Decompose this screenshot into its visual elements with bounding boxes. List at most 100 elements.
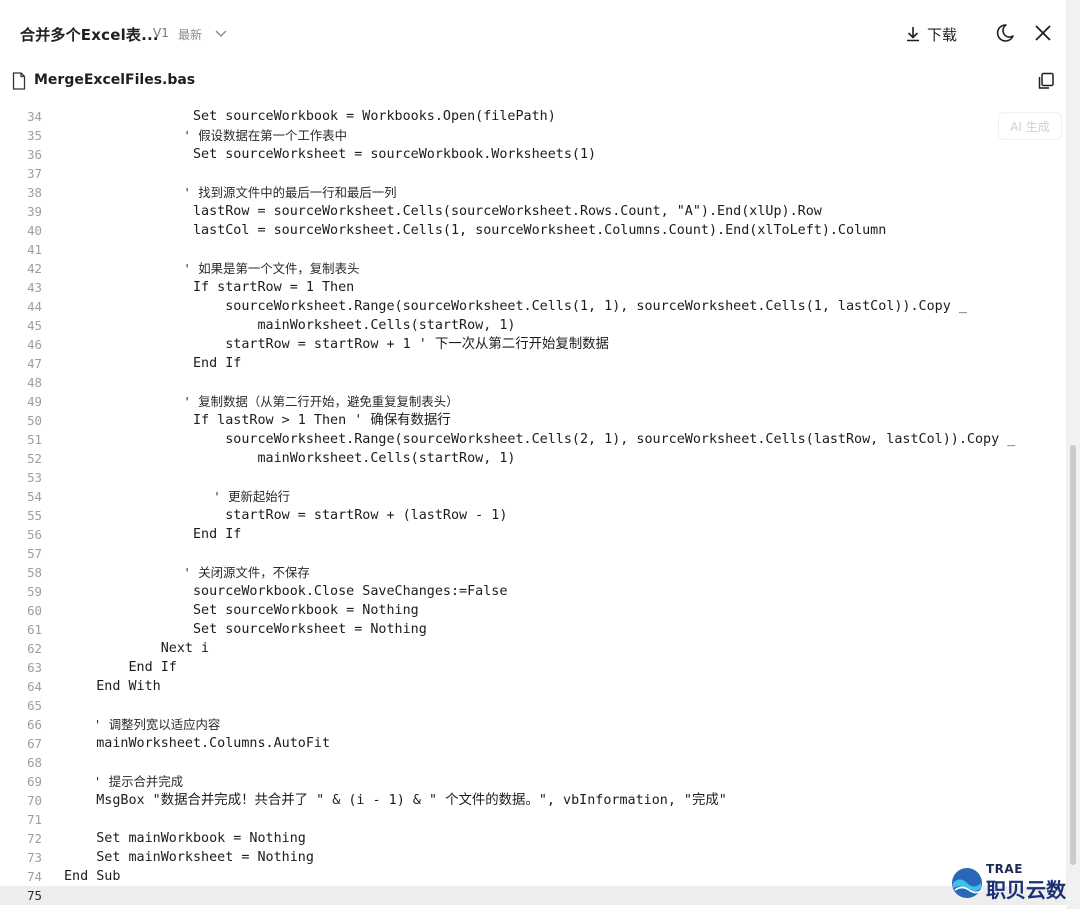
code-line[interactable]: 52 mainWorksheet.Cells(startRow, 1) — [0, 449, 1066, 468]
line-number: 37 — [27, 166, 42, 181]
code-text: mainWorksheet.Cells(startRow, 1) — [64, 318, 516, 333]
code-text: If lastRow > 1 Then ' 确保有数据行 — [64, 413, 451, 428]
viewer-header: 合并多个Excel表... V1 最新 下载 — [0, 14, 1066, 58]
code-line[interactable]: 56 End If — [0, 525, 1066, 544]
scrollbar-thumb[interactable] — [1070, 445, 1076, 865]
code-line[interactable]: 59 sourceWorkbook.Close SaveChanges:=Fal… — [0, 582, 1066, 601]
line-number: 38 — [27, 185, 42, 200]
code-line[interactable]: 73 Set mainWorksheet = Nothing — [0, 848, 1066, 867]
code-line[interactable]: 66 ' 调整列宽以适应内容 — [0, 715, 1066, 734]
code-line[interactable]: 53 — [0, 468, 1066, 487]
file-icon — [12, 72, 26, 90]
code-text: ' 找到源文件中的最后一行和最后一列 — [64, 185, 397, 200]
line-number: 41 — [27, 242, 42, 257]
code-text: sourceWorksheet.Range(sourceWorksheet.Ce… — [64, 299, 967, 314]
code-line[interactable]: 63 End If — [0, 658, 1066, 677]
code-line[interactable]: 51 sourceWorksheet.Range(sourceWorksheet… — [0, 430, 1066, 449]
line-number: 44 — [27, 299, 42, 314]
code-line[interactable]: 37 — [0, 164, 1066, 183]
code-line[interactable]: 35 ' 假设数据在第一个工作表中 — [0, 126, 1066, 145]
code-line[interactable]: 58 ' 关闭源文件，不保存 — [0, 563, 1066, 582]
version-label: V1 — [153, 26, 169, 40]
code-text: ' 关闭源文件，不保存 — [64, 565, 310, 580]
code-text: End Sub — [64, 869, 121, 884]
line-number: 42 — [27, 261, 42, 276]
code-line[interactable]: 61 Set sourceWorksheet = Nothing — [0, 620, 1066, 639]
copy-icon[interactable] — [1036, 71, 1056, 91]
code-line[interactable]: 50 If lastRow > 1 Then ' 确保有数据行 — [0, 411, 1066, 430]
code-line[interactable]: 43 If startRow = 1 Then — [0, 278, 1066, 297]
line-number: 53 — [27, 470, 42, 485]
code-line[interactable]: 54 ' 更新起始行 — [0, 487, 1066, 506]
code-line[interactable]: 45 mainWorksheet.Cells(startRow, 1) — [0, 316, 1066, 335]
line-number: 58 — [27, 565, 42, 580]
code-editor[interactable]: 34 Set sourceWorkbook = Workbooks.Open(f… — [0, 107, 1066, 905]
code-line[interactable]: 44 sourceWorksheet.Range(sourceWorksheet… — [0, 297, 1066, 316]
code-line[interactable]: 67 mainWorksheet.Columns.AutoFit — [0, 734, 1066, 753]
code-text: startRow = startRow + 1 ' 下一次从第二行开始复制数据 — [64, 337, 609, 352]
code-line[interactable]: 40 lastCol = sourceWorksheet.Cells(1, so… — [0, 221, 1066, 240]
code-text: Next i — [64, 641, 210, 656]
download-icon — [907, 27, 919, 42]
line-number: 71 — [27, 812, 42, 827]
line-number: 54 — [27, 489, 42, 504]
line-number: 50 — [27, 413, 42, 428]
line-number: 75 — [27, 888, 42, 903]
code-text: Set sourceWorksheet = Nothing — [64, 622, 427, 637]
code-text: lastRow = sourceWorksheet.Cells(sourceWo… — [64, 204, 822, 219]
code-line[interactable]: 60 Set sourceWorkbook = Nothing — [0, 601, 1066, 620]
code-text: If startRow = 1 Then — [64, 280, 355, 295]
line-number: 66 — [27, 717, 42, 732]
file-name: MergeExcelFiles.bas — [34, 72, 196, 88]
line-number: 39 — [27, 204, 42, 219]
code-line[interactable]: 72 Set mainWorkbook = Nothing — [0, 829, 1066, 848]
code-line[interactable]: 36 Set sourceWorksheet = sourceWorkbook.… — [0, 145, 1066, 164]
line-number: 46 — [27, 337, 42, 352]
code-text: ' 提示合并完成 — [64, 774, 184, 789]
line-number: 57 — [27, 546, 42, 561]
code-line[interactable]: 48 — [0, 373, 1066, 392]
moon-icon[interactable] — [994, 22, 1016, 44]
chevron-down-icon[interactable] — [215, 28, 227, 38]
code-line[interactable]: 70 MsgBox "数据合并完成！共合并了 " & (i - 1) & " 个… — [0, 791, 1066, 810]
close-icon[interactable] — [1032, 22, 1054, 44]
code-line[interactable]: 65 — [0, 696, 1066, 715]
line-number: 34 — [27, 109, 42, 124]
code-line[interactable]: 41 — [0, 240, 1066, 259]
code-line[interactable]: 38 ' 找到源文件中的最后一行和最后一列 — [0, 183, 1066, 202]
line-number: 64 — [27, 679, 42, 694]
code-text: mainWorksheet.Columns.AutoFit — [64, 736, 331, 751]
download-button[interactable]: 下载 — [905, 21, 957, 47]
code-line[interactable]: 64 End With — [0, 677, 1066, 696]
code-text: sourceWorkbook.Close SaveChanges:=False — [64, 584, 508, 599]
code-line[interactable]: 47 End If — [0, 354, 1066, 373]
line-number: 48 — [27, 375, 42, 390]
line-number: 52 — [27, 451, 42, 466]
code-line[interactable]: 75 — [0, 886, 1066, 905]
code-line[interactable]: 62 Next i — [0, 639, 1066, 658]
line-number: 35 — [27, 128, 42, 143]
code-line[interactable]: 42 ' 如果是第一个文件，复制表头 — [0, 259, 1066, 278]
line-number: 45 — [27, 318, 42, 333]
code-line[interactable]: 57 — [0, 544, 1066, 563]
code-viewer-panel: 合并多个Excel表... V1 最新 下载 MergeExcelFiles.b… — [0, 0, 1066, 909]
code-line[interactable]: 55 startRow = startRow + (lastRow - 1) — [0, 506, 1066, 525]
code-text: Set mainWorksheet = Nothing — [64, 850, 314, 865]
line-number: 63 — [27, 660, 42, 675]
code-line[interactable]: 34 Set sourceWorkbook = Workbooks.Open(f… — [0, 107, 1066, 126]
code-line[interactable]: 68 — [0, 753, 1066, 772]
line-number: 61 — [27, 622, 42, 637]
code-line[interactable]: 69 ' 提示合并完成 — [0, 772, 1066, 791]
code-line[interactable]: 46 startRow = startRow + 1 ' 下一次从第二行开始复制… — [0, 335, 1066, 354]
document-title: 合并多个Excel表... — [20, 26, 159, 44]
code-line[interactable]: 49 ' 复制数据（从第二行开始，避免重复复制表头） — [0, 392, 1066, 411]
watermark-logo — [952, 868, 983, 898]
code-text: End If — [64, 660, 177, 675]
code-line[interactable]: 74 End Sub — [0, 867, 1066, 886]
download-label: 下载 — [927, 25, 958, 44]
code-line[interactable]: 39 lastRow = sourceWorksheet.Cells(sourc… — [0, 202, 1066, 221]
line-number: 43 — [27, 280, 42, 295]
code-line[interactable]: 71 — [0, 810, 1066, 829]
code-text: Set sourceWorkbook = Nothing — [64, 603, 419, 618]
watermark: TRAE 职贝云数 — [950, 860, 1066, 904]
